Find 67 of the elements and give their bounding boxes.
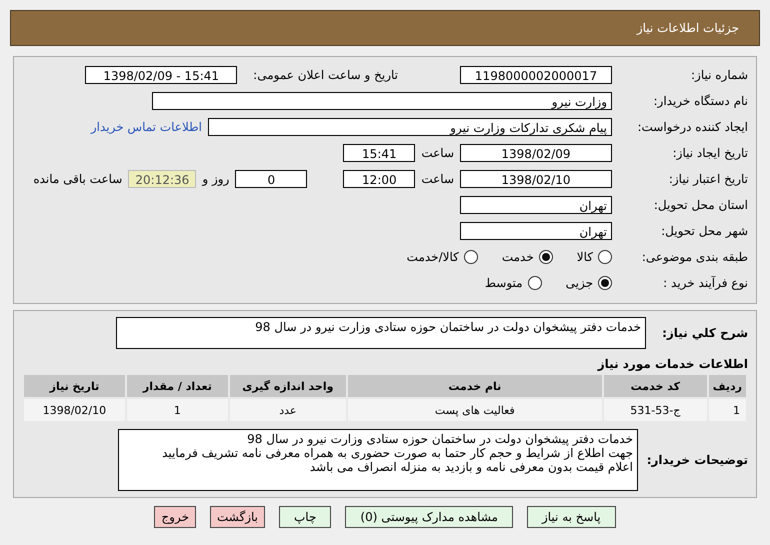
radio-label: کالا [576,250,593,264]
radio-option[interactable]: کالا [576,250,612,264]
column-header: تاریخ نیاز [24,375,125,397]
field-label: شهر محل تحویل: [660,224,748,238]
input-field[interactable]: 15:41 [343,144,416,162]
action-button[interactable]: بازگشت [210,506,265,528]
field-label: ساعت [421,172,454,186]
summary-box: خدمات دفتر پیشخوان دولت در ساختمان حوزه ستادی وزارت نیرو در سال 98 [116,317,646,349]
table-cell: عدد [230,399,346,421]
radio-option[interactable]: کالا/خدمت [406,250,478,264]
column-header: تعداد / مقدار [126,375,228,397]
field-label: تاریخ اعتبار نیاز: [668,172,748,186]
column-header: نام خدمت [348,375,602,397]
field-label: ساعت باقی مانده [33,172,122,186]
field-label: طبقه بندی موضوعی: [640,250,748,264]
table-cell: 1398/02/10 [24,399,125,421]
field-label: ایجاد کننده درخواست: [636,120,748,134]
section-label: توضیحات خریدار: [646,453,748,467]
input-field[interactable]: 1398/02/09 [460,144,612,162]
table-cell: ج-53-531 [604,399,707,421]
field-label: نوع فرآیند خرید : [662,276,748,290]
column-header: کد خدمت [604,375,707,397]
radio-button[interactable] [528,276,542,290]
input-field[interactable]: تهران [460,196,612,214]
field-label: روز و [202,172,230,186]
action-button[interactable]: چاپ [279,506,332,528]
column-header: ردیف [708,375,746,397]
table-cell: فعالیت های پست [348,399,602,421]
table-cell: 1 [126,399,228,421]
input-field[interactable]: 0 [235,170,308,188]
radio-label: خدمت [502,250,534,264]
input-field[interactable]: پیام شکری تدارکات وزارت نیرو [208,118,612,136]
notes-line: اعلام قیمت بدون معرفی نامه و بازدید به منزله انصراف می باشد [308,460,633,474]
radio-button[interactable] [598,276,612,290]
field-label: شماره نیاز: [690,68,748,82]
contact-link[interactable]: اطلاعات تماس خریدار [90,120,202,134]
radio-button[interactable] [538,250,553,264]
input-field[interactable]: 1398/02/09 - 15:41 [85,66,238,84]
input-field[interactable]: 20:12:36 [128,170,196,188]
input-field[interactable]: 12:00 [343,170,416,188]
radio-label: جزیی [566,276,593,290]
notes-line: خدمات دفتر پیشخوان دولت در ساختمان حوزه ستادی وزارت نیرو در سال 98 [246,432,633,446]
radio-button[interactable] [464,250,478,264]
page-title: جزئیات اطلاعات نیاز [636,21,739,35]
section-heading: اطلاعات خدمات مورد نیاز [596,357,748,371]
field-label: استان محل تحویل: [652,198,748,212]
field-label: تاریخ و ساعت اعلان عمومی: [253,68,398,82]
radio-label: کالا/خدمت [406,250,459,264]
radio-option[interactable]: خدمت [502,250,553,264]
action-button[interactable]: پاسخ به نیاز [526,506,616,528]
radio-option[interactable]: جزیی [566,276,612,290]
section-label: شرح کلي نیاز: [661,326,748,340]
input-field[interactable]: 1198000002000017 [460,66,612,84]
radio-button[interactable] [598,250,612,264]
notes-line: جهت اطلاع از شرایط و حجم کار حتما به صورت حضوری به همراه معرفی نامه تشریف فرمایید [161,446,633,460]
field-label: نام دستگاه خریدار: [652,94,748,108]
field-label: تاریخ ایجاد نیاز: [672,146,748,160]
field-label: ساعت [421,146,454,160]
action-button[interactable]: خروج [154,506,196,528]
input-field[interactable]: تهران [460,222,612,240]
input-field[interactable]: 1398/02/10 [460,170,612,188]
input-field[interactable]: وزارت نیرو [152,92,612,110]
action-button[interactable]: مشاهده مدارک پیوستی (0) [345,506,513,528]
table-cell: 1 [708,399,746,421]
radio-option[interactable]: متوسط [484,276,542,290]
column-header: واحد اندازه گیری [230,375,346,397]
radio-label: متوسط [484,276,523,290]
